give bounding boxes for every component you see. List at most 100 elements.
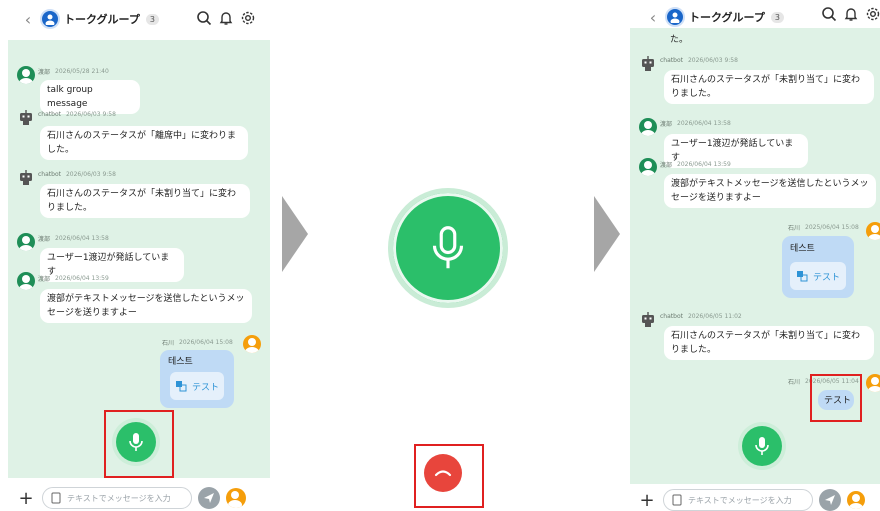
timestamp: 2026/06/04 15:08: [179, 339, 233, 346]
group-title: トークグループ: [64, 13, 140, 26]
voice-button[interactable]: [742, 426, 782, 466]
member-count-badge: 3: [145, 13, 159, 25]
send-button[interactable]: [819, 489, 841, 511]
original-text: 테스트: [168, 357, 193, 367]
translation-card: テスト: [170, 372, 224, 400]
header-icons: [821, 6, 880, 22]
message-header: chatbot 2026/06/03 9:58: [38, 171, 116, 178]
message-bubble: 石川さんのステータスが「未割り当て」に変わりました。: [40, 184, 250, 218]
sender-name: 石川: [788, 379, 801, 386]
message-bubble: 石川さんのステータスが「未割り当て」に変わりました。: [664, 326, 874, 360]
message-input-placeholder: テキストでメッセージを入力: [67, 493, 171, 503]
timestamp: 2026/06/04 13:58: [55, 235, 109, 242]
sender-name: 石川: [162, 340, 175, 347]
microphone-icon: [432, 226, 464, 269]
attach-icon: [672, 494, 682, 506]
sender-name: 渡部: [38, 276, 51, 283]
avatar: [866, 374, 880, 392]
send-icon: [825, 495, 835, 505]
bell-icon[interactable]: [218, 10, 234, 26]
plus-icon[interactable]: +: [639, 490, 655, 511]
screen-right: ‹ トークグループ 3 た。 chatbot 2026/06/03 9:58 石…: [625, 0, 880, 511]
sender-name: 渡部: [38, 236, 51, 243]
plus-icon[interactable]: +: [18, 488, 34, 509]
message-header: 石川 2026/06/04 15:08: [162, 338, 233, 347]
highlight-box: [414, 444, 484, 508]
avatar[interactable]: [226, 488, 246, 508]
timestamp: 2025/06/04 15:08: [805, 224, 859, 231]
arrow-right-icon: [282, 196, 308, 272]
message-bubble: 渡部がテキストメッセージを送信したというメッセージを送りますよー: [664, 174, 876, 208]
microphone-icon: [755, 437, 769, 455]
gear-icon[interactable]: [240, 10, 256, 26]
avatar: [17, 233, 35, 251]
chevron-left-icon[interactable]: ‹: [20, 10, 36, 29]
message-bubble: 石川さんのステータスが「未割り当て」に変わりました。: [664, 70, 874, 104]
avatar: [866, 222, 880, 240]
chatbot-icon: [17, 108, 35, 126]
header-icons: [196, 10, 256, 26]
timestamp: 2026/06/04 13:58: [677, 120, 731, 127]
message-bubble: 石川さんのステータスが「離席中」に変わりました。: [40, 126, 248, 160]
screen-left: ‹ トークグループ 3 渡部 2026/05/28 21:40 talk gro…: [0, 0, 270, 510]
translated-text: テスト: [812, 272, 840, 283]
sender-name: 渡部: [660, 162, 673, 169]
recording-mic-button[interactable]: [388, 188, 508, 308]
translate-icon: [796, 271, 808, 282]
timestamp: 2026/06/04 13:59: [677, 161, 731, 168]
translate-icon: [175, 381, 187, 392]
avatar: [17, 66, 35, 84]
chevron-left-icon[interactable]: ‹: [645, 8, 661, 27]
timestamp: 2026/06/04 13:59: [55, 275, 109, 282]
highlight-box: [810, 374, 862, 422]
gear-icon[interactable]: [865, 6, 880, 22]
message-header: 渡部 2026/06/04 13:58: [38, 234, 109, 243]
message-header: chatbot 2026/06/05 11:02: [660, 313, 742, 320]
message-header: chatbot 2026/06/03 9:58: [38, 111, 116, 118]
send-icon: [204, 493, 214, 503]
recording-screen: [330, 0, 570, 510]
chatbot-icon: [17, 168, 35, 186]
avatar: [17, 272, 35, 290]
sender-name: chatbot: [38, 171, 61, 178]
input-bar: + テキストでメッセージを入力: [18, 487, 246, 509]
message-input-placeholder: テキストでメッセージを入力: [688, 495, 792, 505]
chat-area[interactable]: 渡部 2026/05/28 21:40 talk group message c…: [8, 40, 270, 478]
original-text: 테스트: [790, 244, 815, 254]
sender-name: chatbot: [660, 57, 683, 64]
sender-name: 石川: [788, 225, 801, 232]
timestamp: 2026/06/03 9:58: [65, 171, 116, 178]
message-input[interactable]: テキストでメッセージを入力: [42, 487, 192, 509]
group-avatar: [40, 9, 60, 29]
timestamp: 2026/05/28 21:40: [55, 68, 109, 75]
translated-text: テスト: [191, 382, 219, 393]
message-header: 渡部 2026/05/28 21:40: [38, 67, 109, 76]
timestamp: 2026/06/03 9:58: [65, 111, 116, 118]
arrow-right-icon: [594, 196, 620, 272]
timestamp: 2026/06/03 9:58: [687, 57, 738, 64]
group-avatar: [665, 7, 685, 27]
message-header: chatbot 2026/06/03 9:58: [660, 57, 738, 64]
translation-card: テスト: [790, 262, 846, 290]
sender-name: chatbot: [660, 313, 683, 320]
search-icon[interactable]: [196, 10, 212, 26]
sender-name: chatbot: [38, 111, 61, 118]
avatar: [639, 118, 657, 136]
avatar[interactable]: [847, 491, 865, 509]
bell-icon[interactable]: [843, 6, 859, 22]
attach-icon: [51, 492, 61, 504]
message-header: 渡部 2026/06/04 13:59: [660, 160, 731, 169]
send-button[interactable]: [198, 487, 220, 509]
message-bubble: 渡部がテキストメッセージを送信したというメッセージを送りますよー: [40, 289, 252, 323]
chatbot-icon: [639, 310, 657, 328]
message-header: 渡部 2026/06/04 13:58: [660, 119, 731, 128]
message-input[interactable]: テキストでメッセージを入力: [663, 489, 813, 511]
search-icon[interactable]: [821, 6, 837, 22]
highlight-box: [104, 410, 174, 478]
avatar: [639, 158, 657, 176]
message-header: 渡部 2026/06/04 13:59: [38, 274, 109, 283]
message-bubble: talk group message: [40, 80, 140, 114]
timestamp: 2026/06/05 11:02: [687, 313, 742, 320]
chat-area[interactable]: た。 chatbot 2026/06/03 9:58 石川さんのステータスが「未…: [630, 28, 880, 484]
member-count-badge: 3: [770, 11, 784, 23]
